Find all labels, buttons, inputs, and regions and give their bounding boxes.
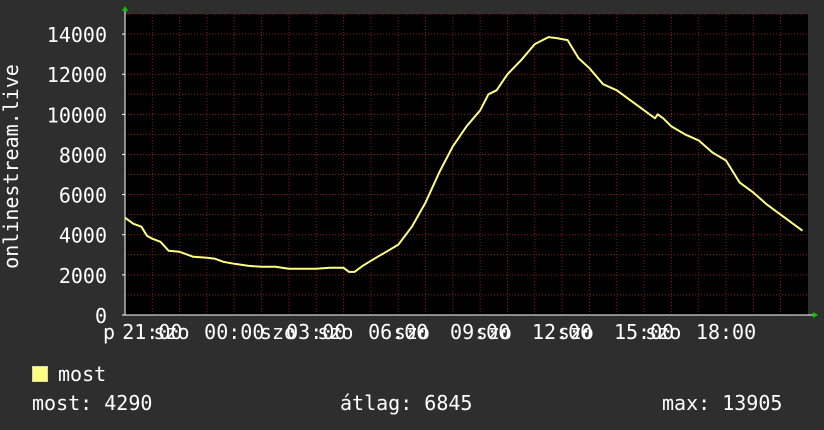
x-tick-label: szo xyxy=(394,320,430,344)
y-tick-label: 10000 xyxy=(47,103,107,127)
y-tick-label: 14000 xyxy=(47,23,107,47)
x-axis-arrow-icon xyxy=(813,312,818,318)
y-axis-arrow-icon xyxy=(122,6,128,11)
x-tick-label: p xyxy=(103,320,115,344)
chart: 02000400060008000100001200014000 p 21:00s… xyxy=(0,6,818,344)
stats-row: most: 4290 átlag: 6845 max: 13905 xyxy=(0,390,824,416)
x-tick-label: 00:00 xyxy=(204,320,264,344)
x-tick-label: 18:00 xyxy=(696,320,756,344)
stat-now: most: 4290 xyxy=(32,391,153,415)
x-tick-label: szo xyxy=(153,320,189,344)
x-tick-label: szo xyxy=(317,320,353,344)
y-tick-label: 4000 xyxy=(59,224,107,248)
plot-area xyxy=(125,14,808,315)
y-tick-label: 6000 xyxy=(59,184,107,208)
legend: most xyxy=(32,362,106,386)
x-tick-labels: p 21:00szo 00:00szo03:00szo 06:00szo 09:00sz… xyxy=(103,320,756,344)
y-axis-label: onlinestream.live xyxy=(0,64,23,269)
legend-label: most xyxy=(58,362,107,386)
x-tick-label: szo xyxy=(558,320,594,344)
y-tick-label: 12000 xyxy=(47,63,107,87)
y-tick-label: 2000 xyxy=(59,264,107,288)
legend-swatch xyxy=(32,366,48,382)
x-tick-label: szo xyxy=(645,320,681,344)
x-tick-label: szo xyxy=(476,320,512,344)
y-tick-label: 8000 xyxy=(59,143,107,167)
stat-average: átlag: 6845 xyxy=(340,391,473,415)
y-tick-labels: 02000400060008000100001200014000 xyxy=(47,23,125,328)
stat-max: max: 13905 xyxy=(662,391,783,415)
